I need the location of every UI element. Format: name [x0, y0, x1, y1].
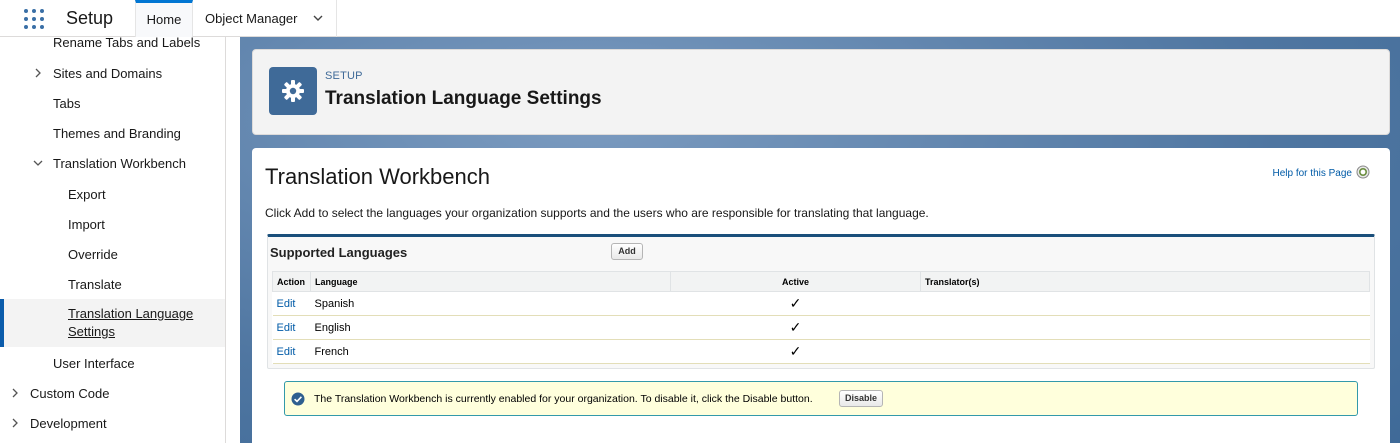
info-message: The Translation Workbench is currently e…: [284, 381, 1358, 416]
column-header-translators: Translator(s): [920, 271, 1370, 292]
supported-languages-list: Supported Languages Add Action Language …: [267, 234, 1375, 369]
edit-link[interactable]: Edit: [272, 339, 311, 364]
chevron-right-icon[interactable]: [10, 388, 20, 398]
sidebar-item-label: User Interface: [53, 356, 135, 371]
sidebar-item-translate[interactable]: Translate: [0, 272, 225, 296]
active-checkmark: ✓: [670, 315, 921, 340]
tab-object-manager-label: Object Manager: [205, 11, 298, 26]
sidebar-item-label: Tabs: [53, 96, 81, 111]
table-row: Edit Spanish ✓: [272, 291, 1370, 316]
sidebar-item-label: Custom Code: [30, 386, 110, 401]
sidebar-item-sites-and-domains[interactable]: Sites and Domains: [0, 61, 225, 85]
sidebar-item-label: Development: [30, 416, 107, 431]
chevron-down-icon[interactable]: [312, 12, 324, 24]
section-heading: Translation Workbench: [265, 164, 490, 189]
sidebar-item-tabs[interactable]: Tabs: [0, 91, 225, 115]
page-header: SETUP Translation Language Settings: [252, 49, 1390, 135]
active-checkmark: ✓: [670, 291, 921, 316]
sidebar-item-label: Sites and Domains: [53, 66, 163, 81]
sidebar-item-label: Translation Language: [68, 306, 194, 321]
content-card: Translation Workbench Help for this Page…: [252, 148, 1390, 443]
info-text: The Translation Workbench is currently e…: [314, 393, 813, 405]
column-header-language: Language: [310, 271, 671, 292]
translators-cell: [920, 315, 1370, 340]
active-checkmark: ✓: [670, 339, 921, 364]
chevron-right-icon[interactable]: [33, 68, 43, 78]
list-title: Supported Languages: [270, 245, 408, 260]
translators-cell: [920, 291, 1370, 316]
table-header-row: Action Language Active Translator(s): [272, 271, 1370, 292]
edit-link[interactable]: Edit: [272, 315, 311, 340]
sidebar-item-label-line2: Settings: [68, 324, 115, 339]
add-button[interactable]: Add: [611, 243, 643, 260]
language-cell: English: [310, 315, 671, 340]
sidebar-item-label: Translate: [68, 277, 122, 292]
sidebar-item-user-interface[interactable]: User Interface: [0, 351, 225, 375]
table-row: Edit French ✓: [272, 339, 1370, 364]
column-header-action: Action: [272, 271, 311, 292]
sidebar-item-label: Translation Workbench: [53, 156, 186, 171]
sidebar-item-export[interactable]: Export: [0, 182, 225, 206]
column-header-active: Active: [670, 271, 921, 292]
header-eyebrow: SETUP: [325, 70, 363, 82]
sidebar-item-label: Override: [68, 247, 118, 262]
sidebar-item-import[interactable]: Import: [0, 212, 225, 236]
sidebar-item-override[interactable]: Override: [0, 242, 225, 266]
sidebar-item-label: Export: [68, 187, 106, 202]
sidebar-item-translation-workbench[interactable]: Translation Workbench: [0, 151, 225, 175]
global-header: Setup Home Object Manager: [0, 0, 1400, 37]
app-title: Setup: [66, 8, 114, 28]
help-link[interactable]: Help for this Page: [1273, 168, 1353, 179]
sidebar-item-label: Themes and Branding: [53, 126, 181, 141]
sidebar-item-label: Rename Tabs and Labels: [53, 37, 201, 50]
sidebar-item-translation-language-settings[interactable]: Translation Language Settings: [0, 299, 225, 347]
intro-text: Click Add to select the languages your o…: [265, 206, 929, 220]
disable-button[interactable]: Disable: [839, 390, 883, 407]
languages-table: Action Language Active Translator(s) Edi…: [272, 271, 1370, 364]
chevron-down-icon[interactable]: [33, 158, 43, 168]
header-icon-tile: [269, 67, 317, 115]
confirm-icon: [291, 392, 305, 406]
page-title: Translation Language Settings: [325, 88, 602, 109]
chevron-right-icon[interactable]: [10, 418, 20, 428]
gear-icon: [282, 80, 304, 102]
sidebar-item-themes-and-branding[interactable]: Themes and Branding: [0, 121, 225, 145]
sidebar-item-label: Import: [68, 217, 105, 232]
sidebar-item-development[interactable]: Development: [0, 411, 225, 435]
setup-sidebar: Rename Tabs and Labels Sites and Domains…: [0, 37, 226, 443]
edit-link[interactable]: Edit: [272, 291, 311, 316]
table-row: Edit English ✓: [272, 315, 1370, 340]
sidebar-item-custom-code[interactable]: Custom Code: [0, 381, 225, 405]
help-icon[interactable]: [1356, 165, 1370, 179]
translators-cell: [920, 339, 1370, 364]
tab-home[interactable]: Home: [135, 0, 193, 37]
language-cell: Spanish: [310, 291, 671, 316]
app-launcher-icon[interactable]: [24, 9, 44, 29]
sidebar-item-rename-tabs[interactable]: Rename Tabs and Labels: [0, 37, 225, 55]
tab-object-manager[interactable]: Object Manager: [193, 0, 337, 37]
language-cell: French: [310, 339, 671, 364]
